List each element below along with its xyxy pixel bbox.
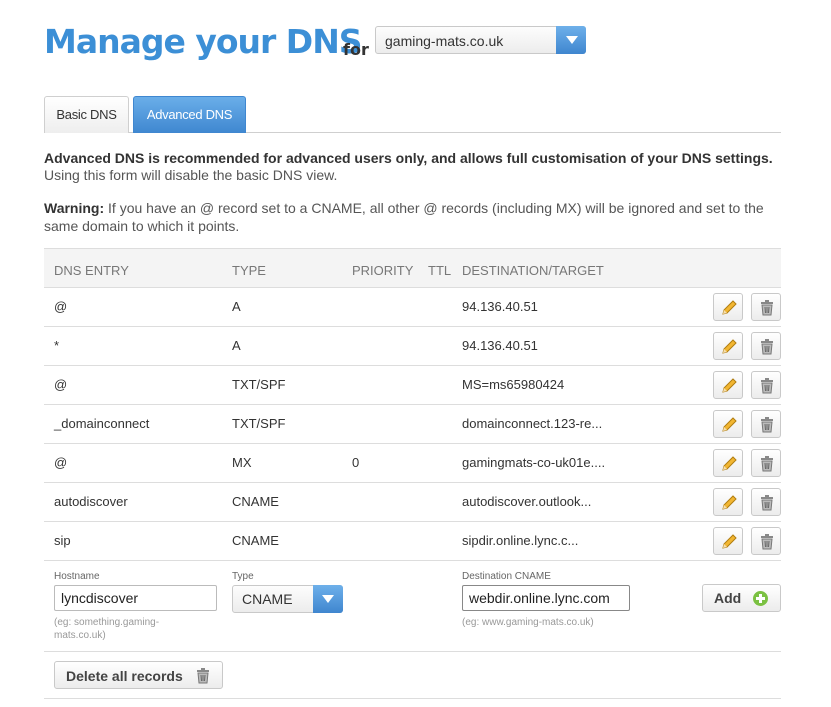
trash-icon [761,417,773,433]
type-select-value: CNAME [242,591,293,607]
destination-hint: (eg: www.gaming-mats.co.uk) [462,617,594,628]
delete-record-button[interactable] [751,410,781,438]
cell-destination: sipdir.online.lync.c... [462,533,579,548]
cell-destination: MS=ms65980424 [462,377,565,392]
chevron-down-icon[interactable] [313,585,343,613]
cell-type: CNAME [232,494,279,509]
table-header: DNS ENTRY TYPE PRIORITY TTL DESTINATION/… [44,248,781,288]
intro-text: Advanced DNS is recommended for advanced… [44,150,789,184]
cell-destination: 94.136.40.51 [462,299,538,314]
cell-dns-entry: sip [54,533,71,548]
header-priority: PRIORITY [352,263,414,278]
trash-icon [761,495,773,511]
table-row: @ MX 0 gamingmats-co-uk01e.... [44,444,781,483]
warning-label: Warning: [44,200,105,216]
cell-destination: 94.136.40.51 [462,338,538,353]
trash-icon [761,378,773,394]
page-header: Manage your DNS for gaming-mats.co.uk [44,22,804,66]
table-row: autodiscover CNAME autodiscover.outlook... [44,483,781,522]
destination-cname-input[interactable]: webdir.online.lync.com [462,585,630,611]
warning-text: Warning: If you have an @ record set to … [44,199,784,235]
plus-circle-icon [753,591,768,606]
pencil-icon [722,300,737,315]
delete-record-button[interactable] [751,332,781,360]
cell-dns-entry: @ [54,299,68,314]
delete-all-records-button[interactable]: Delete all records [54,661,223,689]
trash-icon [761,339,773,355]
edit-record-button[interactable] [713,449,743,477]
hostname-label: Hostname [54,571,100,582]
edit-record-button[interactable] [713,293,743,321]
add-record-button[interactable]: Add [702,584,781,612]
tab-basic-dns[interactable]: Basic DNS [44,96,129,133]
cell-type: TXT/SPF [232,416,286,431]
delete-record-button[interactable] [751,488,781,516]
cell-destination: domainconnect.123-re... [462,416,603,431]
intro-sub: Using this form will disable the basic D… [44,167,338,183]
pencil-icon [722,339,737,354]
trash-icon [761,534,773,550]
cell-type: CNAME [232,533,279,548]
cell-type: A [232,299,241,314]
edit-record-button[interactable] [713,527,743,555]
table-row: @ A 94.136.40.51 [44,288,781,327]
dns-tabs: Basic DNS Advanced DNS [44,96,781,133]
delete-record-button[interactable] [751,371,781,399]
trash-icon [761,456,773,472]
cell-dns-entry: @ [54,377,68,392]
table-row: @ TXT/SPF MS=ms65980424 [44,366,781,405]
for-label: for [343,40,369,59]
table-row: _domainconnect TXT/SPF domainconnect.123-r… [44,405,781,444]
delete-record-button[interactable] [751,527,781,555]
trash-icon [761,300,773,316]
cell-dns-entry: autodiscover [54,494,128,509]
header-destination: DESTINATION/TARGET [462,263,604,278]
add-record-form: Hostname lyncdiscover (eg: something.gam… [44,561,781,652]
edit-record-button[interactable] [713,488,743,516]
cell-dns-entry: * [54,338,60,353]
hostname-hint: (eg: something.gaming-mats.co.uk) [54,617,160,641]
header-type: TYPE [232,263,266,278]
pencil-icon [722,534,737,549]
intro-bold: Advanced DNS is recommended for advanced… [44,150,773,166]
warning-body: If you have an @ record set to a CNAME, … [44,200,764,234]
hostname-input[interactable]: lyncdiscover [54,585,217,611]
pencil-icon [722,417,737,432]
add-button-label: Add [714,590,742,606]
table-footer: Delete all records [44,652,781,699]
table-row: * A 94.136.40.51 [44,327,781,366]
page-title: Manage your DNS [44,22,363,61]
edit-record-button[interactable] [713,371,743,399]
type-select[interactable]: CNAME [232,585,343,613]
table-row: sip CNAME sipdir.online.lync.c... [44,522,781,561]
cell-type: MX [232,455,252,470]
delete-record-button[interactable] [751,293,781,321]
cell-type: TXT/SPF [232,377,286,392]
edit-record-button[interactable] [713,410,743,438]
domain-select[interactable]: gaming-mats.co.uk [375,26,586,54]
delete-record-button[interactable] [751,449,781,477]
cell-type: A [232,338,241,353]
edit-record-button[interactable] [713,332,743,360]
header-dns-entry: DNS ENTRY [54,263,129,278]
chevron-down-icon[interactable] [556,26,586,54]
cell-destination: gamingmats-co-uk01e.... [462,455,606,470]
tab-advanced-dns[interactable]: Advanced DNS [133,96,246,133]
domain-select-value: gaming-mats.co.uk [385,33,504,49]
dns-records-table: DNS ENTRY TYPE PRIORITY TTL DESTINATION/… [44,248,781,699]
trash-icon [197,668,209,684]
destination-label: Destination CNAME [462,571,551,582]
delete-all-label: Delete all records [66,668,183,684]
pencil-icon [722,378,737,393]
cell-destination: autodiscover.outlook... [462,494,592,509]
cell-priority: 0 [352,455,360,470]
header-ttl: TTL [428,263,452,278]
type-label: Type [232,571,254,582]
pencil-icon [722,456,737,471]
cell-dns-entry: @ [54,455,68,470]
cell-dns-entry: _domainconnect [54,416,150,431]
pencil-icon [722,495,737,510]
